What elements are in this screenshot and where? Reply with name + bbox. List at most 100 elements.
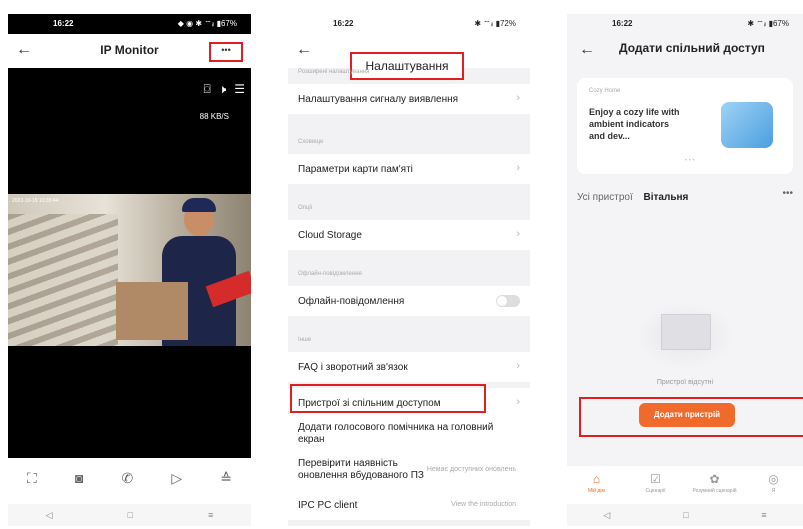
smart-icon: ✿	[709, 472, 720, 486]
status-icons: ◆ ◉ ✱ ⌔ᵢₗ ▮67%	[177, 19, 237, 28]
ipc-note: View the introduction	[451, 501, 516, 508]
speaker-muted-icon[interactable]: 🕨	[219, 82, 227, 97]
section-header: Інше	[298, 337, 312, 343]
system-nav: ◁ □ ≡	[8, 504, 251, 526]
chevron-right-icon: ›	[516, 162, 520, 174]
status-time: 16:22	[333, 19, 354, 28]
recents-nav-icon[interactable]: ≡	[208, 510, 213, 520]
row-label: FAQ і зворотний зв'язок	[298, 362, 408, 373]
highlight-box	[290, 384, 486, 413]
pager-dots: • • •	[685, 158, 695, 164]
section-header: Опції	[298, 205, 313, 211]
back-arrow-icon[interactable]: ←	[579, 41, 595, 59]
banner-label: Cozy Home	[589, 88, 621, 94]
faq-row[interactable]: FAQ і зворотний зв'язок ›	[288, 352, 530, 382]
offline-toggle[interactable]	[496, 295, 520, 307]
nav-bar: ← Налаштування	[288, 34, 530, 80]
status-bar: 16:22 ✱ ⌔ᵢₗ ▮67%	[567, 14, 803, 34]
chevron-right-icon: ›	[516, 228, 520, 240]
system-nav: ◁ □ ≡	[567, 504, 803, 526]
chevron-right-icon: ›	[516, 360, 520, 372]
row-label: Додати голосового помічника на головний …	[298, 422, 494, 445]
tab-me[interactable]: ◎ Я	[746, 466, 802, 504]
tab-label: Розумний сценарій	[692, 488, 737, 494]
section-header: Розширені налаштування	[298, 69, 370, 75]
settings-screen: 16:22 ✱ ⌔ᵢₗ ▮72% ← Налаштування Розширен…	[288, 14, 530, 526]
camera-icon[interactable]: ⌼	[203, 82, 210, 97]
row-label: Перевірити наявність оновлення вбудовано…	[298, 458, 424, 481]
status-bar: 16:22 ◆ ◉ ✱ ⌔ᵢₗ ▮67%	[8, 14, 251, 34]
tab-label: Мій дім	[588, 488, 605, 494]
fullscreen-icon[interactable]: ⛶	[27, 470, 37, 487]
background-stairs	[8, 214, 118, 346]
call-icon[interactable]: ✆	[122, 470, 134, 487]
tab-label: Сценарії	[645, 488, 666, 494]
row-label: Офлайн-повідомлення	[298, 296, 405, 307]
video-toolbar: ⌼ 🕨 ☰	[203, 82, 245, 97]
home-nav-icon[interactable]: □	[683, 510, 688, 520]
voice-assistant-row[interactable]: Додати голосового помічника на головний …	[288, 418, 530, 454]
row-label: Налаштування сигналу виявлення	[298, 94, 459, 105]
tabs-more-icon[interactable]: •••	[782, 188, 793, 199]
back-arrow-icon[interactable]: ←	[296, 41, 312, 59]
row-label: Параметри карти пам'яті	[298, 164, 413, 175]
page-title: Додати спільний доступ	[619, 41, 765, 55]
update-note: Немає доступних оновлень	[426, 466, 516, 473]
home-nav-icon[interactable]: □	[128, 510, 133, 520]
detect-signal-row[interactable]: Налаштування сигналу виявлення ›	[288, 84, 530, 114]
section-header: Офлайн-повідомлення	[298, 271, 362, 277]
tab-my-home[interactable]: ⌂ Мій дім	[569, 466, 625, 504]
camera-feed: 2023-10-19 10:35:44	[8, 194, 251, 346]
section-header: Сховище	[298, 139, 324, 145]
menu-icon[interactable]: ☰	[234, 82, 245, 97]
control-bar: ⛶ ◙ ✆ ▷ ≙	[8, 458, 251, 498]
status-time: 16:22	[53, 19, 74, 28]
status-icons: ✱ ⌔ᵢₗ ▮67%	[747, 19, 789, 28]
add-device-button[interactable]: Додати пристрій	[639, 403, 735, 427]
tab-smart[interactable]: ✿ Розумний сценарій	[687, 466, 743, 504]
empty-state-text: Пристрої відсутні	[656, 379, 714, 386]
screenshot-icon[interactable]: ◙	[75, 470, 83, 486]
tab-label: Я	[771, 488, 776, 494]
memory-card-row[interactable]: Параметри карти пам'яті ›	[288, 154, 530, 184]
parcel-box	[116, 282, 188, 340]
bitrate-label: 88 KB/S	[199, 112, 229, 121]
row-label: IPC PC client	[298, 500, 358, 511]
profile-icon: ◎	[768, 472, 779, 486]
bottom-tab-bar: ⌂ Мій дім ☑ Сценарії ✿ Розумний сценарій…	[567, 466, 803, 504]
firmware-update-row[interactable]: Перевірити наявність оновлення вбудовано…	[288, 454, 530, 490]
back-nav-icon[interactable]: ◁	[46, 510, 53, 521]
offline-notification-row: Офлайн-повідомлення	[288, 286, 530, 316]
add-share-screen: 16:22 ✱ ⌔ᵢₗ ▮67% ← Додати спільний досту…	[567, 14, 803, 526]
smart-home-icon	[721, 102, 773, 148]
video-timestamp: 2023-10-19 10:35:44	[12, 198, 59, 204]
tab-living-room[interactable]: Вітальня	[644, 192, 689, 203]
row-label: Cloud Storage	[298, 230, 362, 241]
ipc-client-row[interactable]: IPC PC client View the introduction	[288, 490, 530, 520]
home-icon: ⌂	[592, 472, 601, 486]
person-cap	[182, 198, 216, 212]
promo-banner[interactable]: Cozy Home Enjoy a cozy life with ambient…	[577, 78, 793, 174]
banner-text: Enjoy a cozy life with ambient indicator…	[589, 107, 680, 141]
chevron-right-icon: ›	[516, 396, 520, 408]
expand-icon[interactable]: ≙	[220, 470, 232, 487]
record-icon[interactable]: ▷	[171, 470, 182, 487]
nav-bar: ← IP Monitor •••	[8, 34, 251, 68]
scene-icon: ☑	[650, 472, 661, 486]
cloud-storage-row[interactable]: Cloud Storage ›	[288, 220, 530, 250]
settings-list: Розширені налаштування Налаштування сигн…	[288, 66, 530, 520]
empty-box-icon	[661, 314, 711, 350]
tab-all-devices[interactable]: Усі пристрої	[577, 192, 633, 203]
tab-scenes[interactable]: ☑ Сценарії	[628, 466, 684, 504]
room-tabs: Усі пристрої Вітальня	[577, 192, 696, 203]
recents-nav-icon[interactable]: ≡	[761, 510, 766, 520]
courier-person	[116, 198, 251, 346]
more-options-button[interactable]: •••	[209, 42, 243, 62]
status-time: 16:22	[612, 19, 633, 28]
chevron-right-icon: ›	[516, 92, 520, 104]
video-view[interactable]: ⌼ 🕨 ☰ 88 KB/S 2023-10-19 10:35:44	[8, 68, 251, 458]
status-bar: 16:22 ✱ ⌔ᵢₗ ▮72%	[288, 14, 530, 34]
ip-monitor-screen: 16:22 ◆ ◉ ✱ ⌔ᵢₗ ▮67% ← IP Monitor ••• ⌼ …	[8, 14, 251, 526]
back-nav-icon[interactable]: ◁	[603, 510, 610, 521]
nav-bar: ← Додати спільний доступ	[567, 34, 803, 68]
